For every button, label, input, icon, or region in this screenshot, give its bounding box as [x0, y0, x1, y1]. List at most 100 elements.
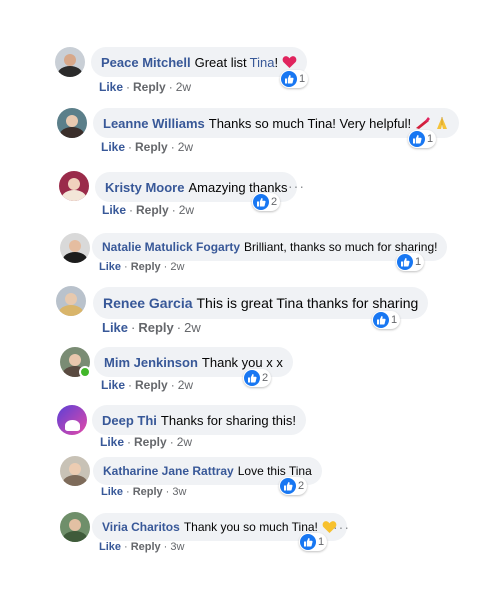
comment-text: Thanks for sharing this! — [160, 412, 297, 428]
separator: · — [170, 378, 175, 392]
comment-text: Thank you so much Tina! — [183, 520, 318, 534]
reply-link[interactable]: Reply — [131, 261, 161, 273]
comment-author[interactable]: Leanne Williams — [103, 116, 205, 131]
reply-link[interactable]: Reply — [131, 541, 161, 553]
reply-link[interactable]: Reply — [138, 320, 173, 335]
separator: · — [168, 80, 173, 94]
reaction-count[interactable]: 1 — [372, 311, 401, 329]
comment-text: Brilliant, thanks so much for sharing! — [244, 240, 438, 254]
reply-link[interactable]: Reply — [136, 203, 169, 217]
reply-link[interactable]: Reply — [135, 378, 168, 392]
avatar[interactable] — [56, 286, 86, 316]
like-link[interactable]: Like — [101, 378, 125, 392]
comment-timestamp[interactable]: 2w — [177, 435, 192, 449]
comment-text: This is great Tina thanks for sharing — [196, 295, 419, 311]
comment-timestamp[interactable]: 2w — [170, 261, 184, 273]
reply-link[interactable]: Reply — [134, 435, 167, 449]
separator: · — [124, 261, 128, 273]
comment-actions: Like · Reply · 2w — [101, 378, 193, 392]
separator: · — [124, 541, 128, 553]
comment-timestamp[interactable]: 2w — [178, 378, 193, 392]
reaction-count[interactable]: 2 — [243, 369, 272, 387]
reaction-count[interactable]: 1 — [280, 70, 309, 88]
comment-timestamp[interactable]: 2w — [179, 203, 194, 217]
like-badge-icon — [244, 370, 260, 386]
separator: · — [176, 320, 182, 335]
reaction-count-value: 1 — [415, 256, 422, 268]
like-badge-icon — [373, 312, 389, 328]
comment-author[interactable]: Peace Mitchell — [101, 55, 191, 70]
like-link[interactable]: Like — [99, 80, 123, 94]
separator: · — [131, 320, 136, 335]
like-link[interactable]: Like — [101, 486, 123, 498]
comment-actions: Like · Reply · 2w — [99, 80, 191, 94]
comment-text: Thank you x x — [201, 354, 283, 370]
comment-bubble: Natalie Matulick Fogarty Brilliant, than… — [92, 233, 448, 261]
separator: · — [128, 378, 133, 392]
comment-timestamp[interactable]: 2w — [178, 140, 193, 154]
reaction-count-value: 1 — [318, 536, 325, 548]
reaction-count[interactable]: 2 — [279, 477, 308, 495]
avatar[interactable] — [55, 47, 85, 77]
lipstick-emoji-icon — [415, 116, 431, 130]
separator: · — [129, 203, 134, 217]
reaction-count[interactable]: 1 — [396, 253, 425, 271]
comment-timestamp[interactable]: 2w — [184, 320, 201, 335]
reaction-count-value: 2 — [298, 480, 305, 492]
reaction-count[interactable]: 1 — [299, 533, 328, 551]
comment-actions: Like · Reply · 2w — [100, 435, 192, 449]
like-link[interactable]: Like — [102, 203, 126, 217]
avatar[interactable] — [60, 512, 90, 542]
like-badge-icon — [397, 254, 413, 270]
separator: · — [128, 140, 133, 154]
separator: · — [126, 80, 131, 94]
comment-timestamp[interactable]: 3w — [170, 541, 184, 553]
avatar[interactable] — [60, 233, 90, 263]
comment-timestamp[interactable]: 3w — [172, 486, 186, 498]
reaction-count[interactable]: 2 — [252, 193, 281, 211]
separator: · — [169, 435, 174, 449]
more-options-icon[interactable]: ··· — [288, 178, 305, 194]
reply-link[interactable]: Reply — [133, 486, 163, 498]
comment-author[interactable]: Mim Jenkinson — [104, 355, 198, 370]
comment-author[interactable]: Viria Charitos — [102, 520, 180, 534]
like-link[interactable]: Like — [101, 140, 125, 154]
avatar[interactable] — [60, 456, 90, 486]
like-badge-icon — [409, 131, 425, 147]
like-badge-icon — [300, 534, 316, 550]
like-link[interactable]: Like — [100, 435, 124, 449]
comment-text: Thanks so much Tina! Very helpful! — [208, 115, 412, 131]
avatar[interactable] — [59, 171, 89, 201]
reply-link[interactable]: Reply — [135, 140, 168, 154]
red-heart-emoji-icon — [282, 55, 297, 69]
comment-author[interactable]: Deep Thi — [102, 413, 157, 428]
like-link[interactable]: Like — [102, 320, 128, 335]
comment-timestamp[interactable]: 2w — [176, 80, 191, 94]
reaction-count[interactable]: 1 — [408, 130, 437, 148]
comment-actions: Like · Reply · 2w — [102, 320, 201, 335]
comment-author[interactable]: Renee Garcia — [103, 295, 193, 311]
separator: · — [170, 140, 175, 154]
comment-bubble: Leanne Williams Thanks so much Tina! Ver… — [93, 108, 460, 138]
like-link[interactable]: Like — [99, 261, 121, 273]
reply-link[interactable]: Reply — [133, 80, 166, 94]
comment-actions: Like · Reply · 3w — [99, 541, 184, 553]
reaction-count-value: 2 — [271, 196, 278, 208]
avatar[interactable] — [57, 405, 87, 435]
comment-author[interactable]: Natalie Matulick Fogarty — [102, 240, 240, 254]
separator: · — [127, 435, 132, 449]
mention-link[interactable]: Tina — [250, 55, 275, 70]
comment-author[interactable]: Kristy Moore — [105, 180, 184, 195]
reaction-count-value: 1 — [391, 314, 398, 326]
separator: · — [171, 203, 176, 217]
like-badge-icon — [281, 71, 297, 87]
comment-text: Love this Tina — [237, 464, 312, 478]
more-options-icon[interactable]: ··· — [333, 519, 350, 535]
separator: · — [165, 486, 170, 498]
reaction-count-value: 2 — [262, 372, 269, 384]
avatar[interactable] — [57, 108, 87, 138]
comment-actions: Like · Reply · 2w — [99, 261, 184, 273]
comment-author[interactable]: Katharine Jane Rattray — [103, 464, 234, 478]
like-link[interactable]: Like — [99, 541, 121, 553]
comment-text: Great list — [194, 54, 247, 70]
